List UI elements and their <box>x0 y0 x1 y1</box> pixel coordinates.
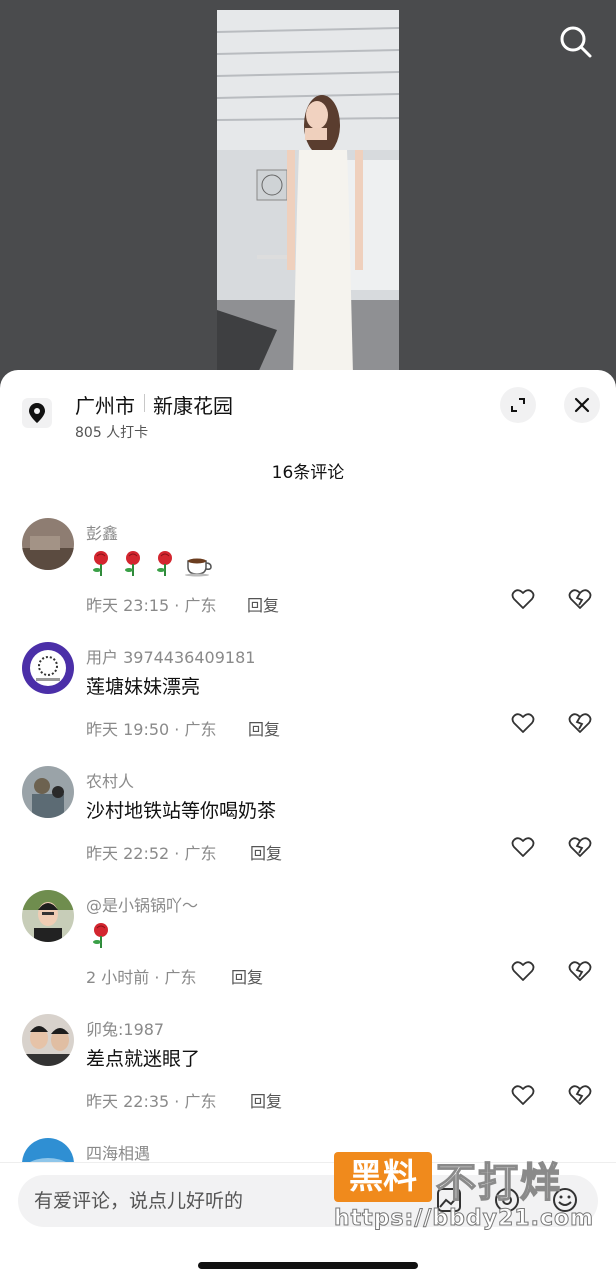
location-city: 广州市 <box>75 394 135 418</box>
broken-heart-icon[interactable] <box>567 586 593 612</box>
rose-emoji-icon <box>93 551 108 576</box>
video-background <box>0 0 616 400</box>
search-button[interactable] <box>556 22 596 62</box>
comments-sheet: 广州市 新康花园 805 人打卡 16条评论 彭鑫 昨天 23:15 · 广东 … <box>0 370 616 1280</box>
emoji-icon[interactable] <box>550 1185 580 1215</box>
comment-meta: 2 小时前 · 广东 <box>86 968 197 987</box>
home-indicator[interactable] <box>198 1262 418 1269</box>
comment-item: 彭鑫 昨天 23:15 · 广东 回复 <box>0 518 616 642</box>
comment-meta: 昨天 22:35 · 广东 <box>86 1092 217 1111</box>
comment-count: 16条评论 <box>271 463 345 483</box>
comment-meta: 昨天 23:15 · 广东 <box>86 596 217 615</box>
video-frame[interactable] <box>217 10 399 375</box>
location-header[interactable]: 广州市 新康花园 805 人打卡 <box>0 370 616 450</box>
search-icon <box>560 26 592 58</box>
broken-heart-icon[interactable] <box>567 710 593 736</box>
broken-heart-icon[interactable] <box>567 834 593 860</box>
heart-icon[interactable] <box>510 710 536 736</box>
heart-icon[interactable] <box>510 958 536 984</box>
broken-heart-icon[interactable] <box>567 958 593 984</box>
comment-item: 用户 3974436409181 莲塘妹妹漂亮 昨天 19:50 · 广东 回复 <box>0 642 616 766</box>
video-scene-image <box>217 10 399 375</box>
location-place: 新康花园 <box>153 394 233 418</box>
comment-username[interactable]: @是小锅锅吖～ <box>86 892 198 916</box>
coffee-emoji-icon <box>185 558 212 577</box>
reply-button[interactable]: 回复 <box>231 964 263 988</box>
heart-icon[interactable] <box>510 586 536 612</box>
comment-username[interactable]: 四海相遇 <box>86 1140 150 1162</box>
checkin-count: 805 人打卡 <box>75 425 149 441</box>
comment-item: 四海相遇 <box>0 1138 616 1162</box>
location-pin-icon <box>22 398 52 428</box>
comment-item: 卯兔:1987 差点就迷眼了 昨天 22:35 · 广东 回复 <box>0 1014 616 1138</box>
avatar[interactable] <box>22 518 74 570</box>
broken-heart-icon[interactable] <box>567 1082 593 1108</box>
image-icon[interactable] <box>434 1185 464 1215</box>
avatar[interactable] <box>22 642 74 694</box>
close-button[interactable] <box>564 387 600 423</box>
avatar[interactable] <box>22 766 74 818</box>
comment-username[interactable]: 农村人 <box>86 768 134 792</box>
heart-icon[interactable] <box>510 1082 536 1108</box>
comment-username[interactable]: 卯兔:1987 <box>86 1016 164 1040</box>
heart-icon[interactable] <box>510 834 536 860</box>
comment-text: 沙村地铁站等你喝奶茶 <box>86 800 277 822</box>
comment-meta: 昨天 19:50 · 广东 <box>86 720 217 739</box>
at-icon[interactable] <box>492 1185 522 1215</box>
comment-text: 差点就迷眼了 <box>86 1048 201 1070</box>
comment-meta: 昨天 22:52 · 广东 <box>86 844 217 863</box>
rose-emoji-icon <box>125 551 140 576</box>
comment-text: 莲塘妹妹漂亮 <box>86 676 201 698</box>
reply-button[interactable]: 回复 <box>250 1088 282 1112</box>
avatar[interactable] <box>22 1138 74 1162</box>
location-separator <box>144 394 145 412</box>
close-icon <box>574 397 590 413</box>
avatar[interactable] <box>22 890 74 942</box>
rose-emoji-icon <box>93 923 108 948</box>
comment-emojis <box>88 921 114 949</box>
comment-item: @是小锅锅吖～ 2 小时前 · 广东 回复 <box>0 890 616 1014</box>
expand-icon <box>511 398 525 412</box>
reply-button[interactable]: 回复 <box>250 840 282 864</box>
comment-emojis <box>88 549 214 577</box>
rose-emoji-icon <box>157 551 172 576</box>
reply-button[interactable]: 回复 <box>247 592 279 616</box>
expand-button[interactable] <box>500 387 536 423</box>
comment-username[interactable]: 彭鑫 <box>86 520 118 544</box>
reply-button[interactable]: 回复 <box>248 716 280 740</box>
comment-item: 农村人 沙村地铁站等你喝奶茶 昨天 22:52 · 广东 回复 <box>0 766 616 890</box>
avatar[interactable] <box>22 1014 74 1066</box>
comment-username[interactable]: 用户 3974436409181 <box>86 644 255 668</box>
